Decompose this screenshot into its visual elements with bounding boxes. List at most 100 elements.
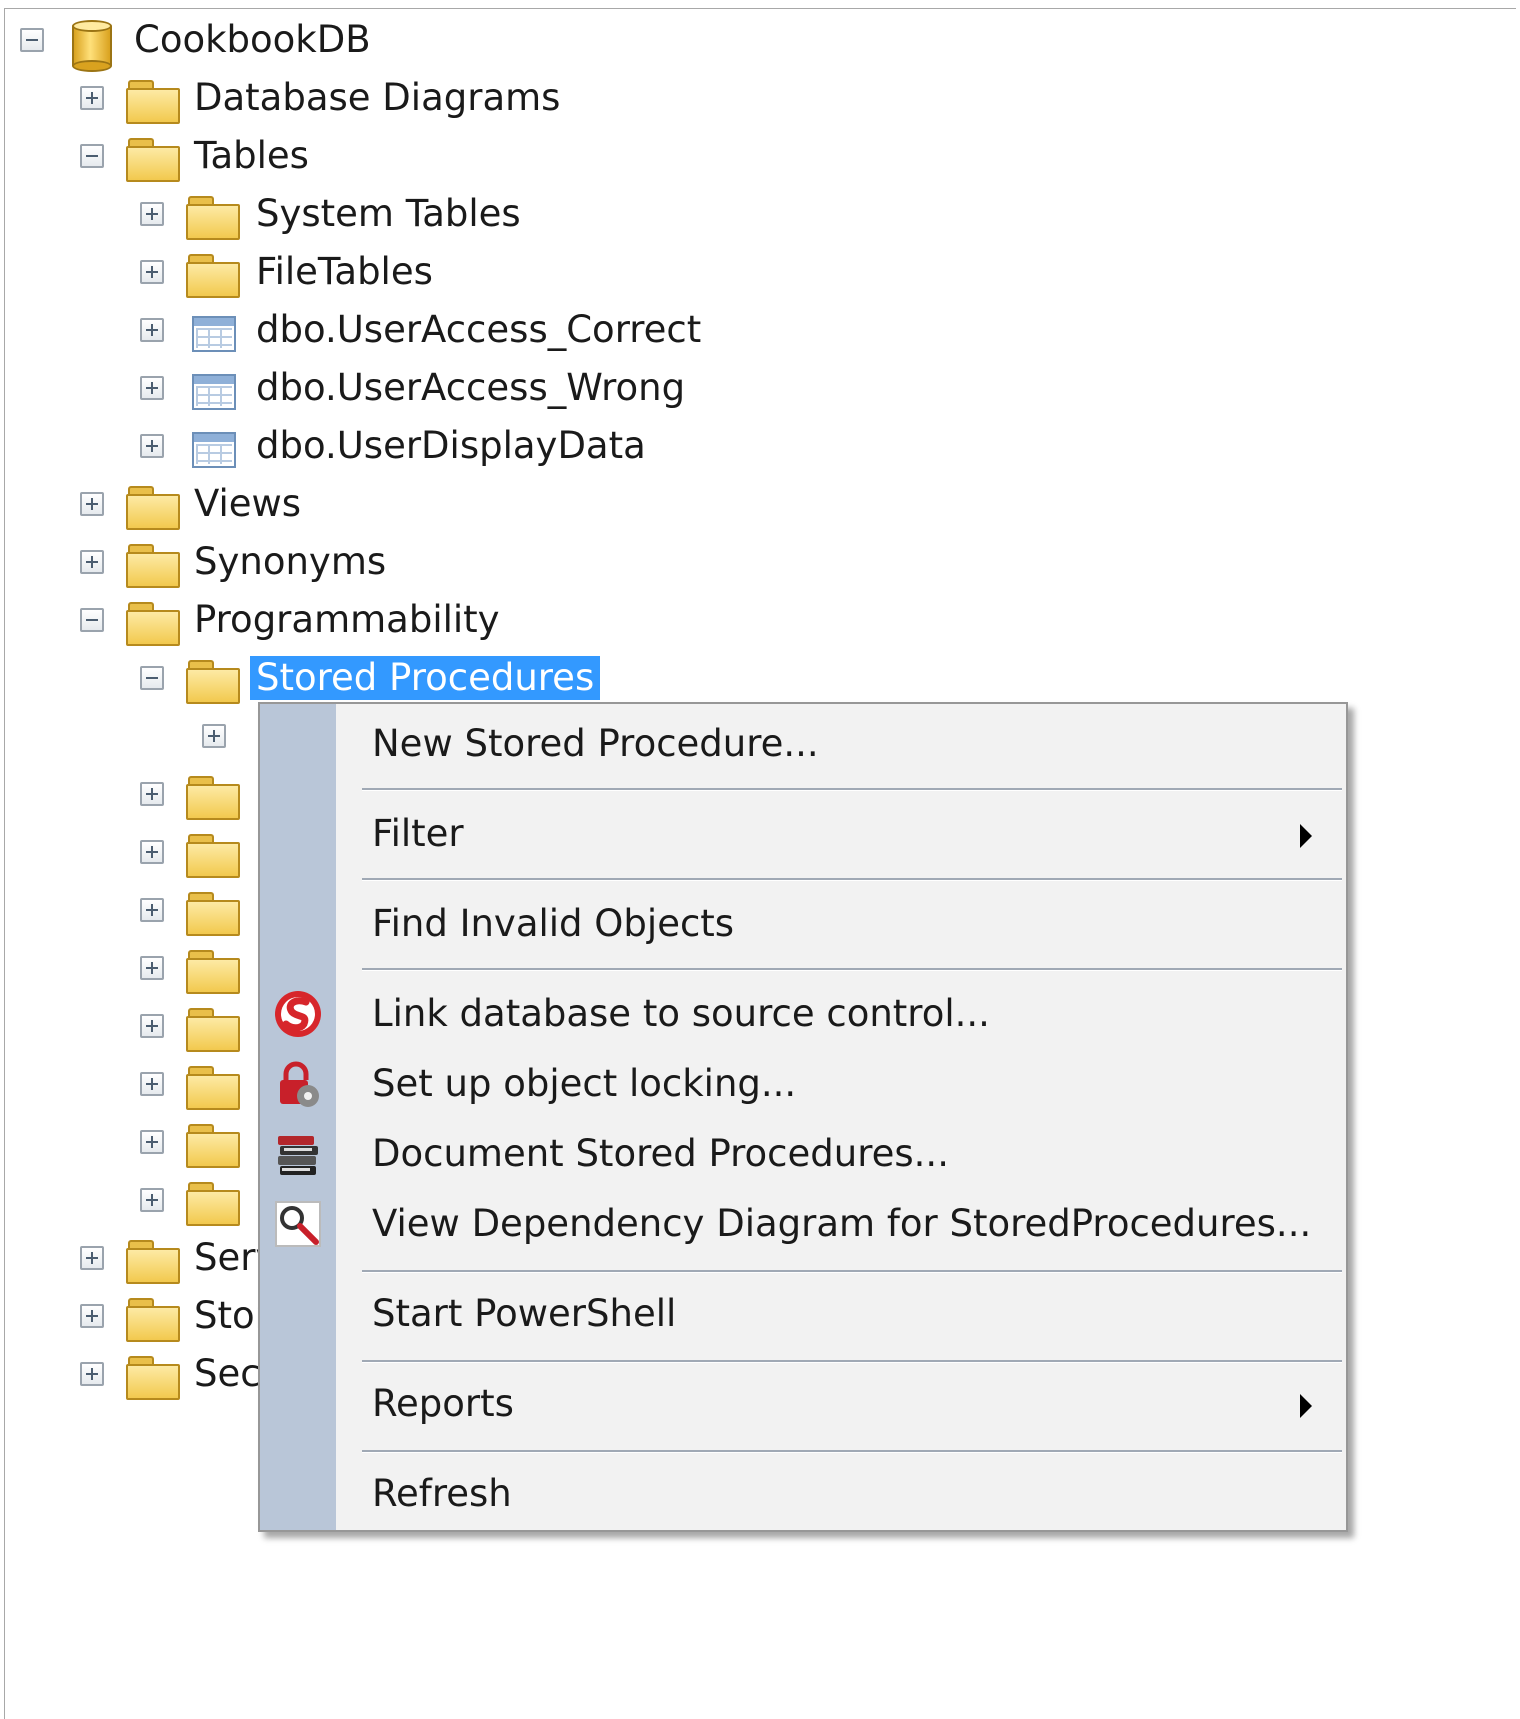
tree-node-hidden-folder[interactable]	[0, 1170, 258, 1230]
tree-node-label: System Tables	[256, 192, 521, 235]
menu-separator	[362, 968, 1342, 971]
menu-item-filter[interactable]: Filter	[260, 804, 1346, 864]
expand-icon[interactable]	[80, 86, 104, 110]
tree-node-security[interactable]: Sec	[0, 1344, 258, 1404]
tree-node-hidden-folder[interactable]	[0, 822, 258, 882]
document-stack-icon	[278, 1136, 318, 1175]
menu-item-label: Start PowerShell	[372, 1292, 677, 1335]
tree-node-label: Stor	[194, 1294, 258, 1337]
expand-icon[interactable]	[140, 318, 164, 342]
expand-icon[interactable]	[202, 724, 226, 748]
tree-node-hidden-folder[interactable]	[0, 1112, 258, 1172]
menu-item-label: View Dependency Diagram for StoredProced…	[372, 1202, 1312, 1245]
menu-item-find-invalid-objects[interactable]: Find Invalid Objects	[260, 894, 1346, 954]
tree-node-tables[interactable]: Tables	[0, 126, 400, 186]
menu-item-refresh[interactable]: Refresh	[260, 1464, 1346, 1524]
menu-item-document-stored-procedures[interactable]: Document Stored Procedures...	[260, 1124, 1346, 1184]
object-lock-icon	[280, 1061, 319, 1107]
expand-icon[interactable]	[140, 202, 164, 226]
menu-item-label: Find Invalid Objects	[372, 902, 735, 945]
tree-node-views[interactable]: Views	[0, 474, 340, 534]
expand-icon[interactable]	[80, 550, 104, 574]
collapse-icon[interactable]	[80, 144, 104, 168]
tree-node-hidden-folder[interactable]	[0, 938, 258, 998]
menu-item-new-stored-procedure[interactable]: New Stored Procedure...	[260, 714, 1346, 774]
folder-icon	[126, 1356, 180, 1400]
expand-icon[interactable]	[140, 782, 164, 806]
folder-icon	[186, 1008, 240, 1052]
expand-icon[interactable]	[140, 840, 164, 864]
expand-icon[interactable]	[140, 898, 164, 922]
tree-node-table-useraccess-wrong[interactable]: dbo.UserAccess_Wrong	[0, 358, 690, 418]
tree-node-service-broker[interactable]: Serv	[0, 1228, 258, 1288]
menu-item-object-locking[interactable]: Set up object locking...	[260, 1054, 1346, 1114]
menu-item-reports[interactable]: Reports	[260, 1374, 1346, 1434]
source-control-icon	[275, 991, 321, 1037]
expand-icon[interactable]	[140, 434, 164, 458]
tree-node-programmability[interactable]: Programmability	[0, 590, 520, 650]
expand-icon[interactable]	[140, 1014, 164, 1038]
submenu-arrow-icon	[1300, 824, 1312, 848]
folder-icon	[126, 602, 180, 646]
tree-node-label: Database Diagrams	[194, 76, 561, 119]
tree-node-hidden-folder[interactable]	[0, 880, 258, 940]
expand-icon[interactable]	[140, 1188, 164, 1212]
expand-icon[interactable]	[140, 956, 164, 980]
submenu-arrow-icon	[1300, 1394, 1312, 1418]
tree-node-hidden-folder[interactable]	[0, 764, 258, 824]
menu-item-link-source-control[interactable]: Link database to source control...	[260, 984, 1346, 1044]
tree-node-table-userdisplaydata[interactable]: dbo.UserDisplayData	[0, 416, 646, 476]
menu-item-label: Filter	[372, 812, 464, 855]
tree-node-hidden-folder[interactable]	[0, 996, 258, 1056]
tree-node-stored-procedures[interactable]: Stored Procedures	[0, 648, 601, 708]
dependency-search-icon	[275, 1201, 321, 1247]
menu-separator	[362, 1450, 1342, 1453]
menu-separator	[362, 788, 1342, 791]
tree-node-label: dbo.UserAccess_Wrong	[256, 366, 686, 409]
folder-icon	[186, 950, 240, 994]
expand-icon[interactable]	[80, 1246, 104, 1270]
table-icon	[192, 432, 236, 468]
expand-icon[interactable]	[80, 492, 104, 516]
folder-icon	[186, 660, 240, 704]
menu-item-label: New Stored Procedure...	[372, 722, 819, 765]
table-icon	[192, 374, 236, 410]
tree-node-cookbookdb[interactable]: CookbookDB	[0, 10, 420, 72]
menu-item-view-dependency-diagram[interactable]: View Dependency Diagram for StoredProced…	[260, 1194, 1346, 1254]
tree-node-label: Synonyms	[194, 540, 387, 583]
expand-icon[interactable]	[80, 1362, 104, 1386]
tree-node-label: FileTables	[256, 250, 433, 293]
folder-icon	[126, 138, 180, 182]
tree-node-hidden-child[interactable]	[0, 706, 258, 766]
expand-icon[interactable]	[140, 1072, 164, 1096]
tree-node-storage[interactable]: Stor	[0, 1286, 258, 1346]
expand-icon[interactable]	[140, 376, 164, 400]
folder-icon	[186, 1124, 240, 1168]
expand-icon[interactable]	[140, 1130, 164, 1154]
collapse-icon[interactable]	[80, 608, 104, 632]
tree-node-synonyms[interactable]: Synonyms	[0, 532, 410, 592]
collapse-icon[interactable]	[140, 666, 164, 690]
tree-node-hidden-folder[interactable]	[0, 1054, 258, 1114]
folder-icon	[126, 1240, 180, 1284]
menu-item-start-powershell[interactable]: Start PowerShell	[260, 1284, 1346, 1344]
expand-icon[interactable]	[80, 1304, 104, 1328]
tree-node-filetables[interactable]: FileTables	[0, 242, 460, 302]
folder-icon	[186, 196, 240, 240]
table-icon	[192, 316, 236, 352]
folder-icon	[186, 776, 240, 820]
tree-node-system-tables[interactable]: System Tables	[0, 184, 540, 244]
tree-node-database-diagrams[interactable]: Database Diagrams	[0, 68, 560, 128]
expand-icon[interactable]	[140, 260, 164, 284]
tree-node-label: Tables	[194, 134, 309, 177]
tree-node-label: CookbookDB	[134, 18, 371, 61]
tree-node-label: Serv	[194, 1236, 258, 1279]
menu-item-label: Reports	[372, 1382, 514, 1425]
tree-node-label: Stored Procedures	[250, 656, 601, 700]
tree-node-label: Sec	[194, 1352, 258, 1395]
collapse-icon[interactable]	[20, 28, 44, 52]
tree-node-label: dbo.UserAccess_Correct	[256, 308, 702, 351]
folder-icon	[126, 1298, 180, 1342]
menu-item-label: Set up object locking...	[372, 1062, 797, 1105]
tree-node-table-useraccess-correct[interactable]: dbo.UserAccess_Correct	[0, 300, 702, 360]
